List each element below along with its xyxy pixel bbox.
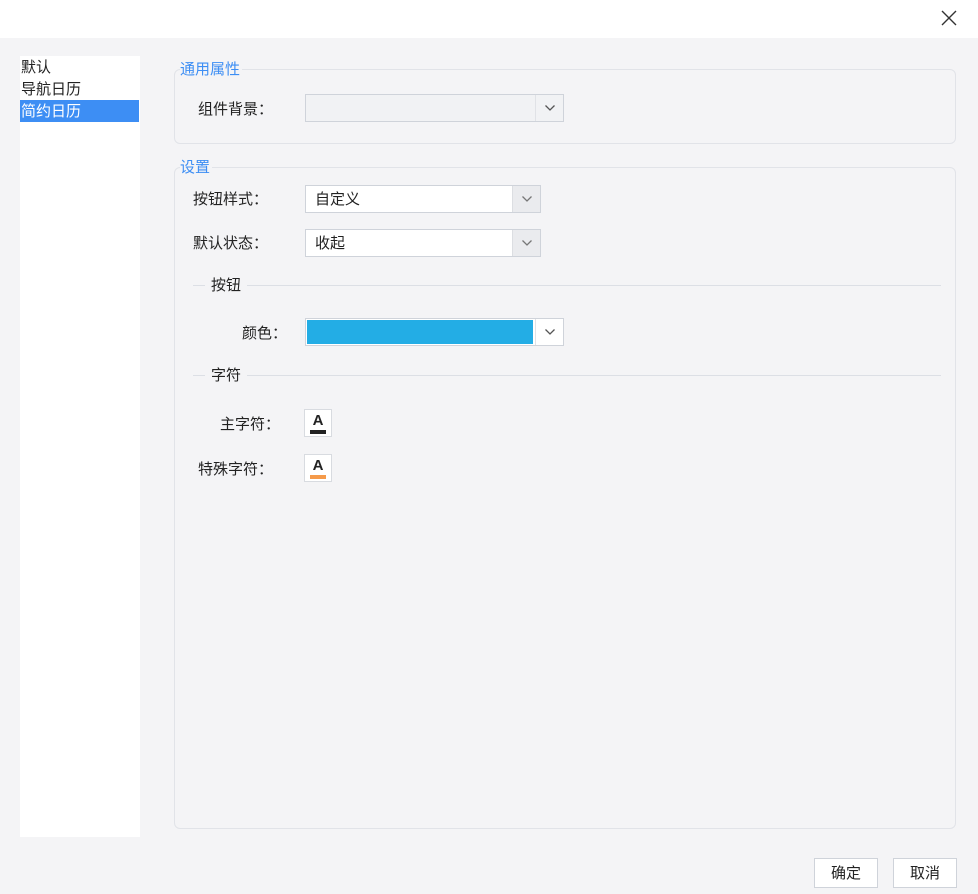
chevron-down-icon bbox=[521, 240, 532, 246]
special-char-font-button[interactable]: A bbox=[304, 454, 332, 482]
component-background-label: 组件背景： bbox=[198, 100, 274, 118]
char-group-divider bbox=[193, 375, 941, 376]
default-state-label: 默认状态： bbox=[193, 234, 269, 252]
general-properties-group bbox=[174, 69, 956, 144]
button-group-legend: 按钮 bbox=[205, 275, 248, 295]
button-style-arrow[interactable] bbox=[512, 186, 540, 212]
close-icon bbox=[941, 10, 957, 26]
style-item-default[interactable]: 默认 bbox=[20, 56, 140, 78]
special-char-label: 特殊字符： bbox=[198, 460, 274, 478]
close-button[interactable] bbox=[938, 7, 960, 29]
button-color-label: 颜色： bbox=[242, 324, 288, 342]
button-color-arrow[interactable] bbox=[535, 319, 563, 345]
main-char-label: 主字符： bbox=[220, 415, 281, 433]
default-state-arrow[interactable] bbox=[512, 230, 540, 256]
main-char-color-bar bbox=[310, 430, 326, 434]
title-bar bbox=[0, 0, 978, 38]
style-list: 默认 导航日历 简约日历 bbox=[20, 56, 140, 837]
font-color-icon: A bbox=[312, 457, 324, 474]
chevron-down-icon bbox=[521, 196, 532, 202]
special-char-color-bar bbox=[310, 475, 326, 479]
char-group-legend: 字符 bbox=[205, 365, 248, 385]
button-style-value: 自定义 bbox=[315, 190, 361, 208]
chevron-down-icon bbox=[544, 329, 555, 335]
button-color-swatch bbox=[307, 320, 533, 344]
component-background-dropdown[interactable] bbox=[305, 94, 564, 122]
button-style-label: 按钮样式： bbox=[193, 190, 269, 208]
default-state-value: 收起 bbox=[315, 234, 346, 252]
font-color-icon: A bbox=[312, 412, 324, 429]
component-background-arrow[interactable] bbox=[535, 95, 563, 121]
settings-legend: 设置 bbox=[180, 157, 213, 177]
style-item-navigation-calendar[interactable]: 导航日历 bbox=[20, 78, 140, 100]
cancel-button[interactable]: 取消 bbox=[893, 858, 957, 888]
button-group-divider bbox=[193, 285, 941, 286]
button-style-dropdown[interactable]: 自定义 bbox=[305, 185, 541, 213]
ok-button[interactable]: 确定 bbox=[814, 858, 878, 888]
button-color-picker[interactable] bbox=[305, 318, 564, 346]
chevron-down-icon bbox=[544, 105, 555, 111]
style-item-simple-calendar[interactable]: 简约日历 bbox=[20, 100, 139, 122]
default-state-dropdown[interactable]: 收起 bbox=[305, 229, 541, 257]
settings-group bbox=[174, 167, 956, 829]
main-char-font-button[interactable]: A bbox=[304, 409, 332, 437]
general-properties-legend: 通用属性 bbox=[180, 59, 243, 79]
